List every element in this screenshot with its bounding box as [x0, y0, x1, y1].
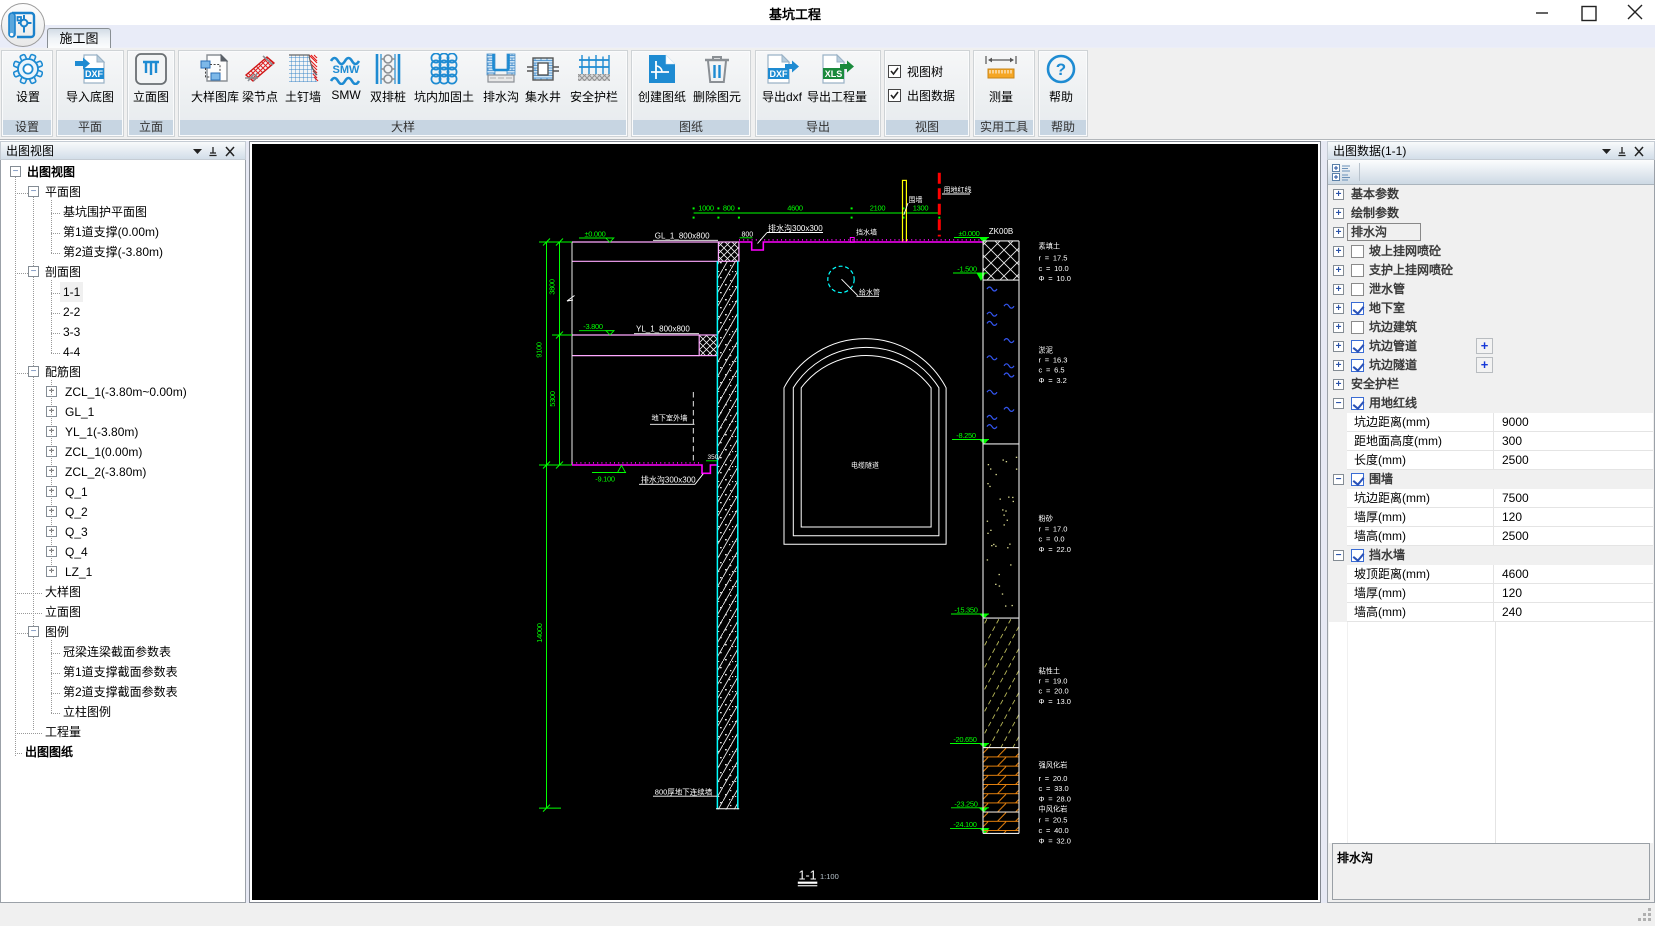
svg-text:Φ = 13.0: Φ = 13.0: [1039, 697, 1071, 706]
svg-text:5300: 5300: [548, 391, 557, 407]
svg-text:c = 6.5: c = 6.5: [1039, 366, 1065, 375]
svg-text:800: 800: [723, 204, 735, 213]
svg-text:1300: 1300: [913, 204, 929, 213]
svg-text:c = 10.0: c = 10.0: [1039, 264, 1069, 273]
svg-text:800: 800: [742, 231, 754, 238]
svg-text:r = 17.5: r = 17.5: [1039, 253, 1068, 262]
svg-text:4600: 4600: [787, 204, 803, 213]
svg-text:电缆隧道: 电缆隧道: [851, 461, 879, 470]
svg-text:r = 17.0: r = 17.0: [1039, 524, 1068, 533]
svg-text:排水沟300x300: 排水沟300x300: [641, 474, 696, 484]
svg-text:Φ = 10.0: Φ = 10.0: [1039, 274, 1071, 283]
svg-text:Φ = 22.0: Φ = 22.0: [1039, 545, 1071, 554]
svg-text:r = 20.0: r = 20.0: [1039, 774, 1068, 783]
svg-text:粘性土: 粘性土: [1039, 667, 1061, 676]
svg-text:350: 350: [708, 454, 719, 461]
svg-text:DXF: DXF: [85, 69, 104, 79]
svg-text:c = 20.0: c = 20.0: [1039, 687, 1069, 696]
svg-text:c = 0.0: c = 0.0: [1039, 535, 1065, 544]
svg-text:中风化岩: 中风化岩: [1039, 804, 1068, 813]
svg-text:挡水墙: 挡水墙: [856, 228, 877, 237]
svg-text:14000: 14000: [535, 623, 544, 642]
svg-text:800厚地下连续墙: 800厚地下连续墙: [655, 786, 713, 796]
svg-text:用地红线: 用地红线: [944, 185, 972, 194]
svg-text:ZK00B: ZK00B: [989, 227, 1013, 236]
svg-text:1-1: 1-1: [799, 869, 817, 883]
svg-text:c = 40.0: c = 40.0: [1039, 826, 1069, 835]
svg-text:-15.350: -15.350: [954, 606, 977, 615]
svg-text:9100: 9100: [535, 342, 544, 358]
svg-text:给水管: 给水管: [859, 288, 880, 297]
svg-text:GL_1_800x800: GL_1_800x800: [655, 231, 710, 240]
svg-text:r = 19.0: r = 19.0: [1039, 677, 1068, 686]
svg-text:r = 16.3: r = 16.3: [1039, 355, 1068, 364]
svg-text:±0.000: ±0.000: [958, 229, 979, 238]
svg-text:素填土: 素填土: [1039, 241, 1061, 250]
svg-text:?: ?: [1056, 60, 1066, 79]
svg-text:排水沟300x300: 排水沟300x300: [768, 223, 823, 233]
svg-text:1000: 1000: [698, 204, 714, 213]
svg-text:3800: 3800: [548, 279, 557, 295]
svg-text:-1.500: -1.500: [957, 265, 977, 274]
svg-text:Φ = 3.2: Φ = 3.2: [1039, 376, 1067, 385]
svg-text:淤泥: 淤泥: [1039, 345, 1053, 354]
svg-text:围墙: 围墙: [909, 195, 923, 204]
svg-text:-9.100: -9.100: [595, 475, 615, 484]
svg-text:1:100: 1:100: [820, 872, 839, 881]
svg-text:r = 20.5: r = 20.5: [1039, 816, 1068, 825]
svg-text:Φ = 32.0: Φ = 32.0: [1039, 836, 1071, 845]
svg-text:XLS: XLS: [825, 69, 843, 79]
svg-text:粉砂: 粉砂: [1039, 514, 1053, 523]
svg-text:-24.100: -24.100: [953, 820, 976, 829]
svg-text:Φ = 28.0: Φ = 28.0: [1039, 794, 1071, 803]
svg-text:±0.000: ±0.000: [584, 230, 605, 239]
svg-text:-23.250: -23.250: [954, 799, 977, 808]
svg-text:强风化岩: 强风化岩: [1039, 761, 1068, 770]
svg-text:-20.650: -20.650: [953, 735, 976, 744]
svg-text:2100: 2100: [870, 204, 886, 213]
svg-text:DXF: DXF: [770, 69, 789, 79]
svg-text:YL_1_800x800: YL_1_800x800: [636, 325, 690, 334]
svg-text:-8.250: -8.250: [956, 431, 976, 440]
svg-text:c = 33.0: c = 33.0: [1039, 784, 1069, 793]
svg-text:地下室外墙: 地下室外墙: [652, 413, 688, 422]
svg-text:-3.800: -3.800: [583, 322, 603, 331]
